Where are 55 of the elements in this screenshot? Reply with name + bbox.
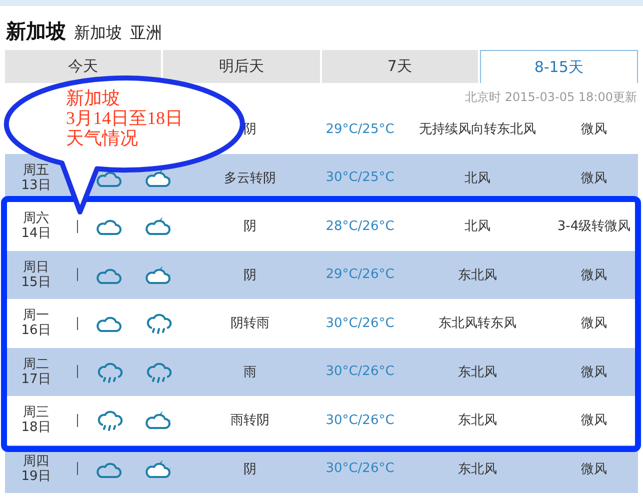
wind-force-text: 3-4级转微风 bbox=[557, 219, 631, 234]
temperature-text: 29°C/25°C bbox=[326, 122, 394, 137]
wind-direction-text: 北风 bbox=[464, 219, 490, 234]
weather-text: 阴 bbox=[244, 122, 256, 138]
temperature-text: 30°C/26°C bbox=[326, 412, 394, 428]
weather-text: 雨 bbox=[244, 364, 256, 380]
wind-direction-text: 东北风转东风 bbox=[438, 316, 516, 332]
tab[interactable]: 7天 bbox=[322, 50, 478, 83]
weather-text: 阴 bbox=[244, 462, 256, 477]
date-label: 16日 bbox=[21, 323, 51, 338]
temperature-text: 30°C/26°C bbox=[326, 364, 394, 380]
temperature-text: 30°C/25°C bbox=[326, 170, 394, 186]
wind-force-text: 微风 bbox=[581, 122, 607, 138]
day-label: 周五 bbox=[23, 162, 49, 178]
continent-label: 亚洲 bbox=[130, 23, 162, 44]
temperature-text: 30°C/26°C bbox=[326, 461, 394, 476]
wind-force-text: 微风 bbox=[581, 170, 607, 186]
temperature-text: 28°C/26°C bbox=[326, 218, 394, 234]
wind-direction-text: 无持续风向转东北风 bbox=[419, 122, 536, 138]
temperature-text: 29°C/26°C bbox=[326, 267, 394, 282]
date-label: 18日 bbox=[21, 420, 51, 436]
wind-force-text: 微风 bbox=[581, 413, 607, 428]
day-label: 周三 bbox=[23, 405, 49, 420]
wind-direction-text: 东北风 bbox=[458, 364, 497, 380]
temperature-text: 30°C/26°C bbox=[326, 316, 394, 331]
day-label: 周六 bbox=[23, 211, 49, 226]
wind-force-text: 微风 bbox=[581, 268, 607, 283]
wind-force-text: 微风 bbox=[581, 316, 607, 332]
day-label: 周一 bbox=[23, 308, 49, 324]
date-label: 17日 bbox=[21, 372, 51, 387]
tab[interactable]: 明后天 bbox=[163, 50, 320, 83]
wind-direction-text: 东北风 bbox=[458, 268, 497, 283]
wind-force-text: 微风 bbox=[581, 364, 607, 380]
tab[interactable]: 8-15天 bbox=[480, 50, 638, 83]
date-label: 19日 bbox=[21, 468, 51, 484]
update-time: 北京时 2015-03-05 18:00更新 bbox=[465, 89, 637, 105]
date-label: 15日 bbox=[21, 274, 51, 290]
annotation-text: 新加坡 3月14日至18日 天气情况 bbox=[66, 88, 183, 148]
weather-text: 阴 bbox=[244, 219, 256, 234]
wind-force-text: 微风 bbox=[581, 462, 607, 477]
city-title: 新加坡 bbox=[6, 18, 66, 45]
weather-text: 多云转阴 bbox=[224, 170, 276, 186]
wind-direction-text: 东北风 bbox=[458, 413, 497, 428]
wind-direction-text: 东北风 bbox=[458, 462, 497, 477]
wind-direction-text: 北风 bbox=[464, 170, 490, 186]
weather-text: 阴 bbox=[244, 268, 256, 283]
day-label: 周日 bbox=[23, 260, 49, 275]
date-label: 13日 bbox=[21, 178, 51, 193]
region-label: 新加坡 bbox=[74, 23, 122, 44]
day-label: 周二 bbox=[23, 356, 49, 372]
tab[interactable]: 今天 bbox=[5, 50, 162, 83]
date-label: 14日 bbox=[21, 226, 51, 242]
weather-text: 雨转阴 bbox=[230, 413, 270, 428]
day-label: 周四 bbox=[23, 454, 49, 469]
weather-text: 阴转雨 bbox=[230, 316, 270, 332]
